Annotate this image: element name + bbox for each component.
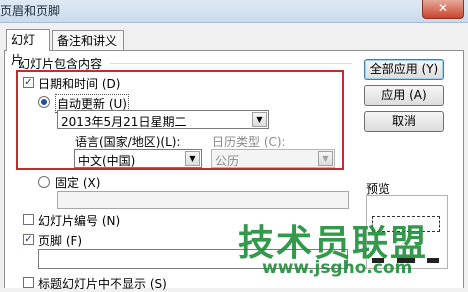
tab-notes-handouts[interactable]: 备注和讲义 [52, 30, 124, 50]
slide-number-checkbox[interactable] [23, 214, 34, 225]
fixed-radio[interactable] [38, 176, 50, 188]
date-format-value: 2013年5月21日星期二 [61, 115, 187, 129]
group-divider [110, 63, 352, 64]
preview-footer-mark [427, 258, 439, 263]
datetime-label: 日期和时间 (D) [38, 77, 121, 91]
footer-checkbox[interactable]: ✓ [23, 234, 34, 245]
fixed-text-field[interactable] [57, 191, 349, 209]
hide-title-label: 标题幻灯片中不显示 (S) [38, 277, 167, 291]
chevron-down-icon: ▼ [252, 112, 267, 127]
cancel-button[interactable]: 取消 [364, 111, 444, 132]
cancel-label: 取消 [391, 114, 416, 128]
chevron-down-icon: ▼ [185, 151, 200, 166]
language-value: 中文(中国) [78, 154, 136, 168]
apply-all-label: 全部应用 (Y) [369, 62, 439, 76]
close-button[interactable]: ✕ [422, 0, 464, 19]
close-icon: ✕ [437, 1, 449, 15]
hide-title-checkbox[interactable] [23, 277, 34, 288]
tab-label: 备注和讲义 [57, 34, 118, 48]
auto-update-radio[interactable] [38, 96, 50, 108]
calendar-type-label: 日历类型 (C): [212, 135, 286, 149]
window-title: 页眉和页脚 [0, 4, 61, 18]
chevron-down-icon: ▼ [318, 151, 333, 166]
language-label: 语言(国家/地区)(L): [75, 135, 181, 149]
language-select[interactable]: 中文(中国) ▼ [74, 149, 202, 168]
apply-button[interactable]: 应用 (A) [364, 85, 444, 106]
watermark-url: www.jsgho.com [262, 258, 413, 278]
apply-all-button[interactable]: 全部应用 (Y) [364, 59, 444, 80]
title-bar: 页眉和页脚 ✕ [0, 0, 468, 23]
slide-number-label: 幻灯片编号 (N) [38, 214, 121, 228]
fixed-label: 固定 (X) [55, 176, 101, 190]
calendar-type-value: 公历 [215, 154, 240, 168]
date-format-select[interactable]: 2013年5月21日星期二 ▼ [57, 110, 269, 129]
tab-slides[interactable]: 幻灯片 [6, 29, 50, 67]
apply-label: 应用 (A) [381, 88, 427, 102]
datetime-checkbox[interactable]: ✓ [23, 77, 34, 88]
footer-label: 页脚 (F) [38, 234, 83, 248]
calendar-type-select: 公历 ▼ [211, 149, 335, 168]
